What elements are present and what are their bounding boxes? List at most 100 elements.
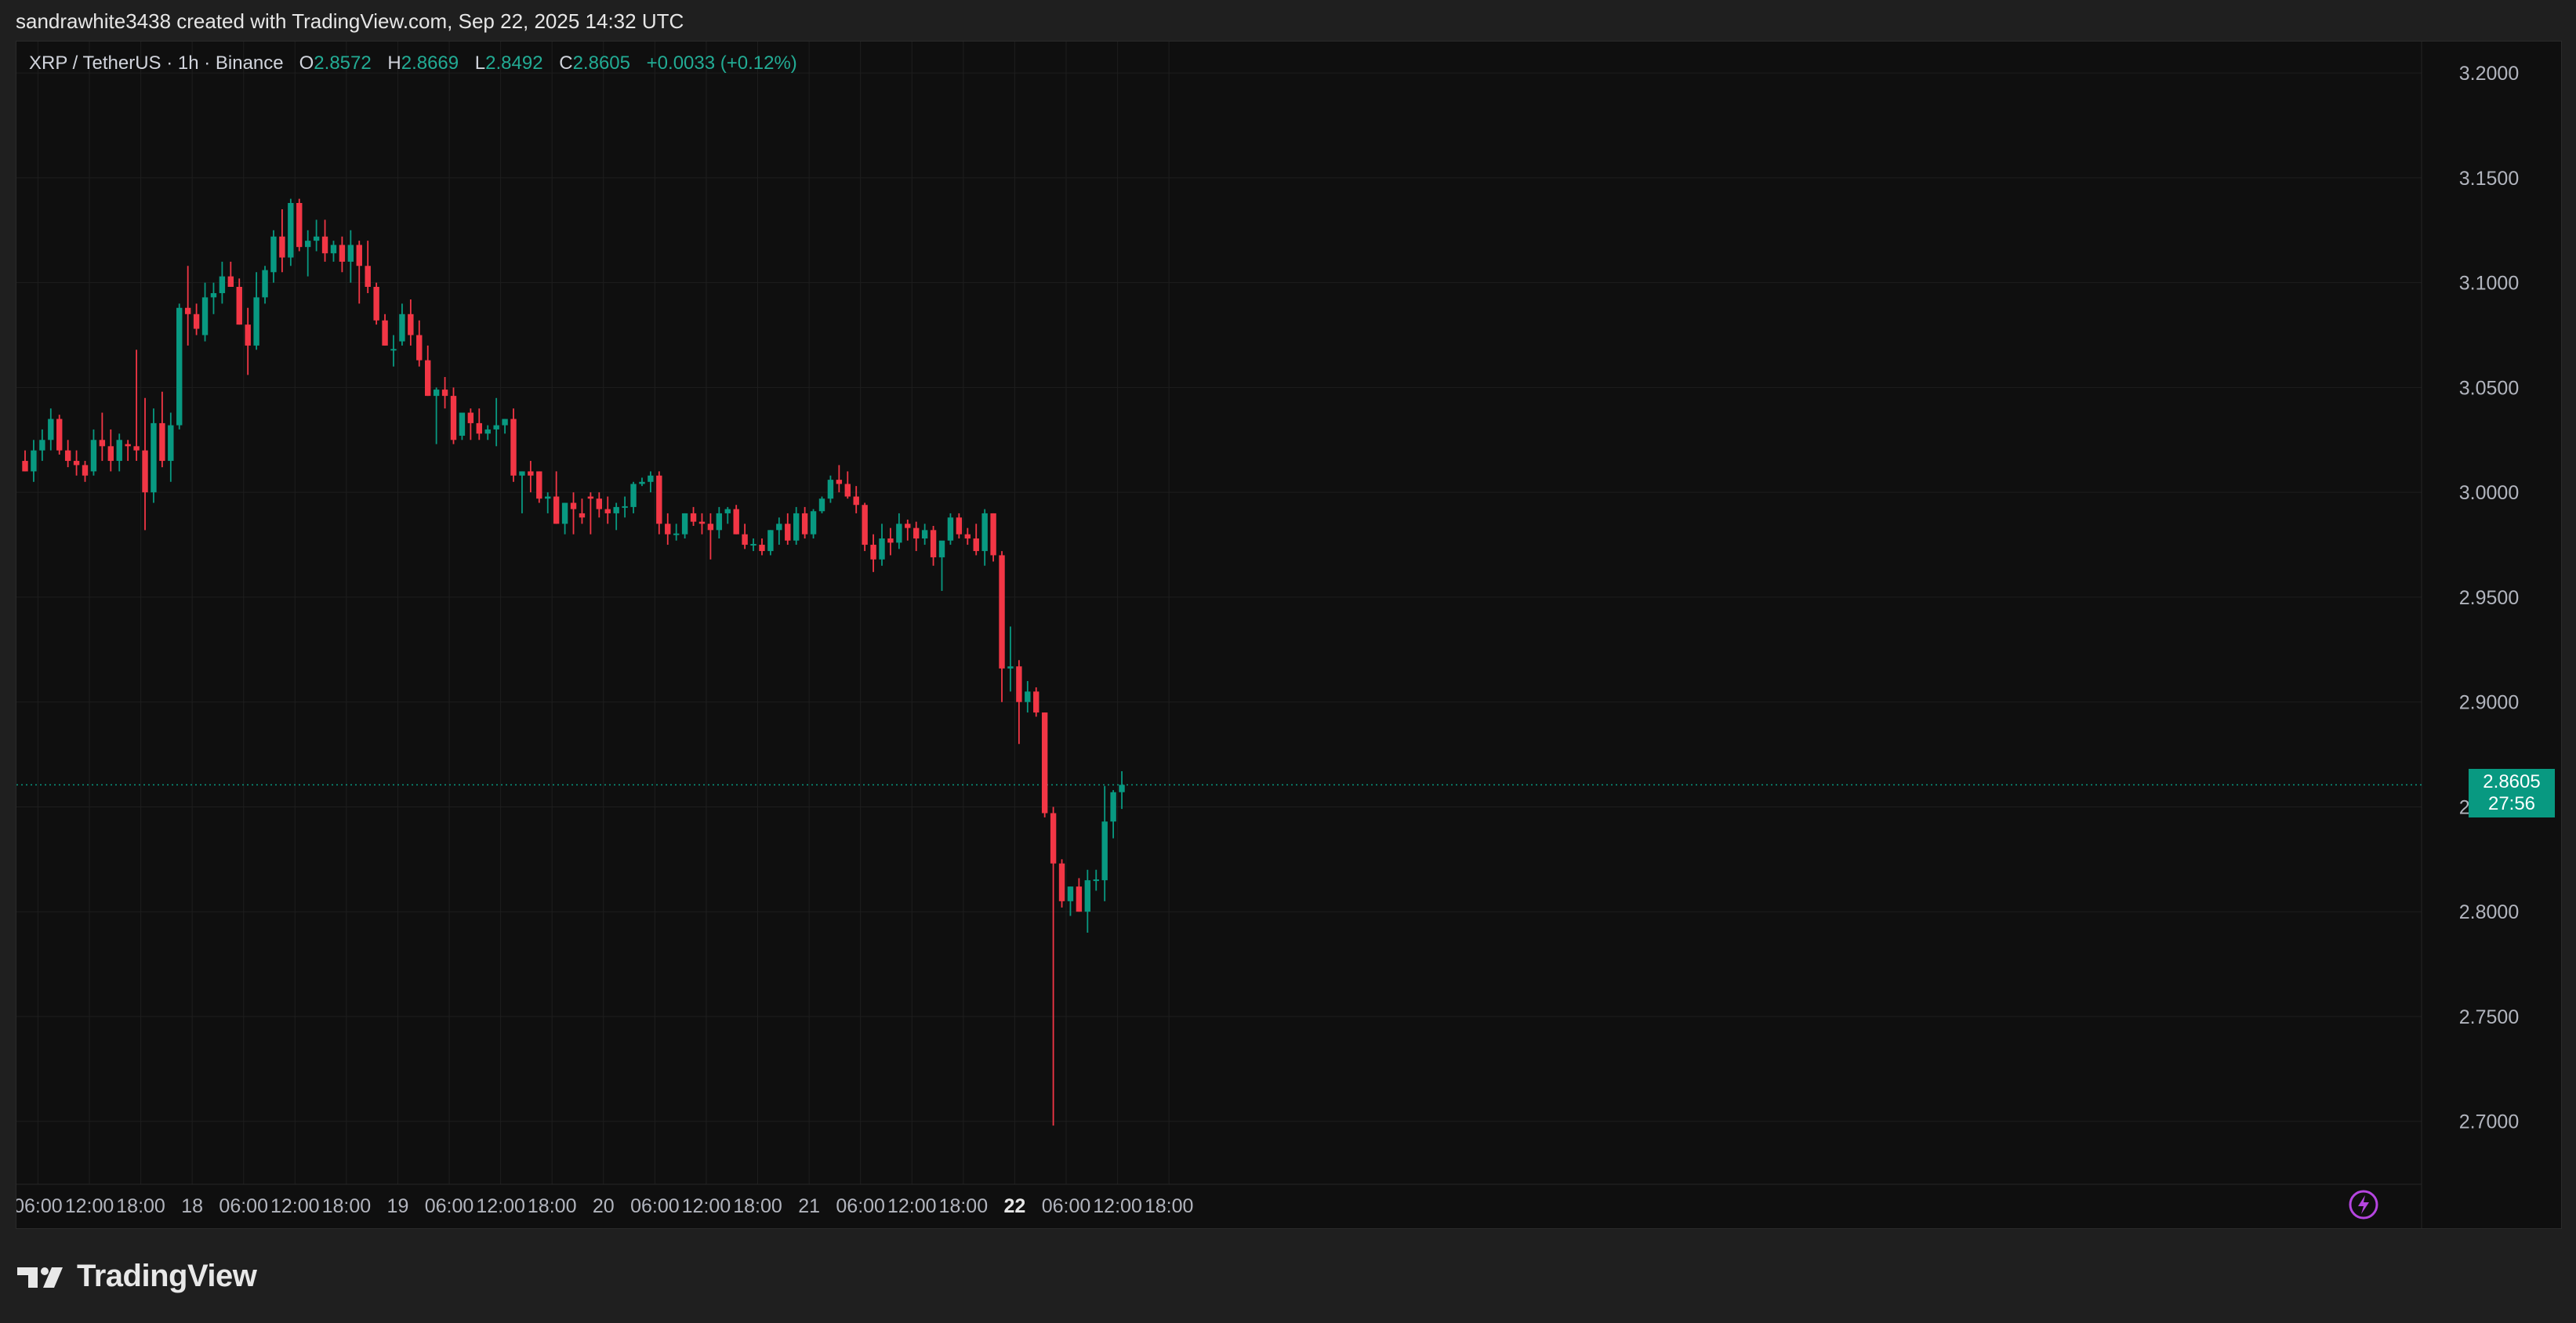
- candle-body: [742, 534, 748, 546]
- candle-body: [698, 521, 706, 524]
- candle-body: [107, 446, 114, 462]
- high-value: 2.8669: [401, 53, 459, 74]
- candle-body: [536, 471, 542, 499]
- candle-body: [245, 324, 251, 346]
- candle-body: [673, 533, 680, 535]
- candle-body: [64, 450, 71, 462]
- candle-body: [681, 513, 688, 535]
- candle-body: [484, 429, 491, 434]
- candle-body: [450, 396, 457, 440]
- candle-body: [1093, 879, 1099, 882]
- candle-body: [142, 450, 148, 493]
- candle-body: [690, 513, 697, 522]
- candle-body: [622, 506, 628, 508]
- candle-body: [201, 297, 209, 335]
- price-tick-label: 3.1500: [2459, 168, 2519, 190]
- candle-body: [596, 498, 603, 509]
- candle-body: [579, 513, 586, 518]
- close-label: C: [559, 53, 573, 74]
- candle-body: [1033, 691, 1039, 713]
- time-tick-label: 06:00: [1042, 1195, 1091, 1217]
- price-tick-label: 2.8000: [2459, 901, 2519, 923]
- candle-body: [339, 245, 346, 262]
- symbol-legend: XRP / TetherUS · 1h · Binance O2.8572 H2…: [29, 53, 797, 74]
- candle-body: [48, 419, 54, 440]
- tradingview-logo[interactable]: TradingView: [17, 1259, 257, 1294]
- candle-body: [836, 480, 843, 484]
- brand-name: TradingView: [77, 1259, 257, 1293]
- time-tick-label: 12:00: [1093, 1195, 1142, 1217]
- candle-body: [938, 540, 945, 558]
- candle-body: [227, 276, 234, 288]
- candle-body: [262, 270, 268, 298]
- candle-body: [433, 390, 440, 397]
- candle-body: [1007, 666, 1014, 669]
- candle-body: [665, 524, 671, 535]
- candle-body: [1050, 813, 1057, 864]
- chart-pane[interactable]: 3.2000 3.1500 3.1000 3.0500 3.0000 2.9500 2.90…: [16, 41, 2562, 1229]
- candle-body: [587, 496, 594, 499]
- time-axis: 06:00 12:00 18:00 18 06:00 12:00 18:00 19 06:00 1…: [16, 1195, 1193, 1217]
- open-value: 2.8572: [314, 53, 372, 74]
- candle-body: [347, 245, 354, 262]
- candle-body: [801, 513, 808, 535]
- candle-body: [373, 287, 379, 321]
- candle-body: [545, 496, 551, 499]
- candle-body: [870, 545, 876, 560]
- candle-body: [707, 524, 714, 531]
- candle-body: [510, 419, 517, 476]
- candle-body: [630, 484, 637, 507]
- bar-countdown: 27:56: [2487, 793, 2536, 814]
- candle-body: [459, 412, 466, 436]
- candle-body: [476, 422, 482, 434]
- candle-body: [1067, 886, 1074, 901]
- candle-body: [724, 509, 731, 513]
- time-tick-label: 06:00: [16, 1195, 63, 1217]
- time-tick-label: 18: [181, 1195, 203, 1217]
- candle-body: [913, 527, 920, 539]
- candle-body: [73, 461, 80, 466]
- candle-body: [999, 555, 1005, 669]
- candle-body: [253, 297, 259, 346]
- time-tick-label: 20: [593, 1195, 615, 1217]
- candle-body: [896, 524, 902, 543]
- candle-body: [905, 524, 911, 528]
- candle-body: [853, 496, 859, 506]
- candle-body: [1084, 880, 1091, 912]
- candle-body: [1110, 792, 1116, 822]
- candle-body: [151, 422, 157, 493]
- last-price-value: 2.8605: [2483, 771, 2541, 792]
- candle-body: [1058, 863, 1065, 901]
- price-tick-label: 2.9500: [2459, 587, 2519, 609]
- candle-body: [288, 202, 294, 258]
- time-tick-label: 18:00: [939, 1195, 989, 1217]
- candle-body: [656, 475, 662, 524]
- time-tick-label: 06:00: [219, 1195, 268, 1217]
- candle-body: [22, 461, 28, 472]
- candle-body: [528, 471, 534, 476]
- candle-body: [767, 530, 774, 552]
- price-chart[interactable]: 3.2000 3.1500 3.1000 3.0500 3.0000 2.9500 2.90…: [16, 42, 2561, 1228]
- price-tick-label: 2.9000: [2459, 692, 2519, 714]
- candle-body: [390, 349, 397, 351]
- time-tick-label: 18:00: [116, 1195, 165, 1217]
- candle-body: [810, 511, 817, 535]
- candle-body: [90, 440, 97, 472]
- candle-body: [759, 545, 765, 552]
- candle-body: [844, 484, 851, 497]
- candle-body: [176, 307, 183, 426]
- candle-body: [193, 314, 200, 329]
- price-tick-label: 3.0000: [2459, 482, 2519, 504]
- candle-body: [133, 446, 140, 451]
- candles: [22, 198, 1125, 1126]
- time-tick-label: 12:00: [476, 1195, 525, 1217]
- high-label: H: [387, 53, 401, 74]
- candle-body: [493, 425, 499, 430]
- close-value: 2.8605: [572, 53, 630, 74]
- candle-body: [159, 422, 165, 462]
- candle-body: [613, 506, 619, 513]
- lightning-icon[interactable]: [2348, 1189, 2379, 1220]
- time-tick-label: 18:00: [1145, 1195, 1194, 1217]
- candle-body: [31, 450, 37, 472]
- candle-body: [1041, 712, 1048, 814]
